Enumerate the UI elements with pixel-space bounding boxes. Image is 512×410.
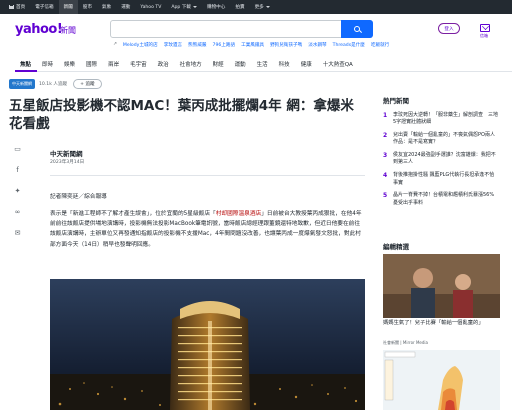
login-button[interactable]: 登入 [438,23,460,34]
trending-link[interactable]: 工業風鐵具 [241,42,264,48]
tab-international[interactable]: 國際 [81,58,103,72]
yahoo-logo[interactable]: yahoo! [15,22,63,37]
nav-item-shopping[interactable]: 購物中心 [202,0,230,14]
article-image [50,279,365,410]
list-item[interactable]: 5 晶片一脊費不掉！台積電和趨積利氏暴漲56% 憂受出乎事料 [383,192,503,207]
tab-society[interactable]: 社會地方 [175,58,208,72]
trending-link[interactable]: 796上路語 [213,42,236,48]
list-item-text: 李玟死因大逆轉！「服非藥生」解剖調查 三地5字證實壯體狀細 [393,112,499,126]
article-byline: 記者陳奕廷／綜合報導 [50,194,107,200]
category-navigation: 焦點 即時 娛樂 國際 兩岸 毛宇宙 政治 社會地方 財經 運動 生活 科技 健… [15,58,512,72]
tab-latest[interactable]: 即時 [37,58,59,72]
list-item[interactable]: 1 李玟死因大逆轉！「服非藥生」解剖調查 三地5字證實壯體狀細 [383,112,503,127]
list-item-rank: 1 [383,112,388,119]
editor-picks-title: 編輯精選 [383,243,409,251]
list-item-rank: 3 [383,152,388,160]
weather-map-image[interactable] [383,350,500,410]
tab-sports[interactable]: 運動 [230,58,252,72]
comment-icon[interactable]: ▭ [14,146,21,153]
mail-icon[interactable] [480,24,490,32]
list-item-text: 晶片一脊費不掉！台積電和趨積利氏暴漲56% 憂受出乎事料 [393,192,495,206]
trending-link[interactable]: Threads是什麼 [333,42,365,48]
nav-item-app-download[interactable]: App 下載 [166,0,202,14]
list-item-rank: 5 [383,192,388,200]
list-item-text: 侯友宜2024最強副手選誰？沈富雄爆：我把不到第三人 [393,152,496,166]
list-item-text: 背後推抱掛性騷 飄藍PLG代執行長坦承逢不恰事實 [393,172,495,186]
tab-entertainment[interactable]: 娛樂 [59,58,81,72]
article-paragraph: 表示是「新進工程師不了解才產生誤會」，位於宜蘭的5星級飯店「村却國際溫泉酒店」日… [50,211,362,248]
nav-item-mail[interactable]: 電子信箱 [30,0,58,14]
editor-pick-source: 社會新聞 | Mirror Media [383,340,428,345]
hot-news-title: 熱門新聞 [383,97,409,105]
source-logo[interactable]: 中天新聞網 [9,79,35,89]
nav-item-home[interactable]: 首頁 [4,0,30,14]
nav-item-yahoo-tv[interactable]: Yahoo TV [135,0,166,14]
trending-link[interactable]: 淡水鋼琴 [308,42,326,48]
mail-share-icon[interactable]: ✉ [14,230,21,237]
article-author[interactable]: 中天新聞網 [50,148,83,158]
list-item-rank: 2 [383,132,388,140]
tab-tech[interactable]: 科技 [274,58,296,72]
chevron-down-icon [192,6,197,8]
tab-health[interactable]: 健康 [296,58,318,72]
nav-item-sports[interactable]: 運動 [116,0,135,14]
editor-pick-photo [383,254,500,318]
list-item[interactable]: 2 兒出賣「輸給一個亂童的」不喪氣偶怨PO兩人作品：是不是寫實？ [383,132,503,147]
source-followers: 10.1k 人追蹤 [39,82,68,87]
tab-metaverse[interactable]: 毛宇宙 [125,58,153,72]
list-item[interactable]: 4 背後推抱掛性騷 飄藍PLG代執行長坦承逢不恰事實 [383,172,503,187]
hotel-link[interactable]: 村却國際溫泉酒店 [216,211,262,217]
editor-pick-image[interactable] [383,254,500,318]
search-input[interactable] [110,20,373,38]
link-icon[interactable]: ∞ [14,209,21,216]
chevron-down-icon [265,6,270,8]
nav-item-news[interactable]: 新聞 [58,0,78,14]
trending-links: ↗ Melody土城的店 李玟遺言 熊熊威嚴 796上路語 工業風鐵具 野狗兒衛… [113,42,389,48]
trending-link[interactable]: 李玟遺言 [164,42,182,48]
mail-label[interactable]: 信箱 [480,33,488,39]
site-header: yahoo! 新聞 ↗ Melody土城的店 李玟遺言 熊熊威嚴 796上路語 … [0,14,512,48]
tab-politics[interactable]: 政治 [153,58,175,72]
trending-icon: ↗ [113,42,117,47]
list-item-text: 兒出賣「輸給一個亂童的」不喪氣偶怨PO兩人作品：是不是寫實？ [393,132,495,146]
list-item[interactable]: 3 侯友宜2024最強副手選誰？沈富雄爆：我把不到第三人 [383,152,503,167]
list-item-rank: 4 [383,172,388,180]
trending-link[interactable]: Melody土城的店 [123,42,158,48]
tab-cross-strait[interactable]: 兩岸 [103,58,125,72]
tab-lifestyle[interactable]: 生活 [252,58,274,72]
hot-news-panel: 熱門新聞 1 李玟死因大逆轉！「服非藥生」解剖調查 三地5字證實壯體狀細 2 兒… [383,95,503,212]
trending-link[interactable]: 野狗兒衛孩子嗎 [270,42,302,48]
top-navigation: 首頁 電子信箱 新聞 股市 氣象 運動 Yahoo TV App 下載 購物中心… [0,0,512,14]
search-icon [354,26,360,32]
follow-button[interactable]: + 追蹤 [73,79,102,89]
logo-section-label[interactable]: 新聞 [60,25,76,36]
editor-pick-caption[interactable]: 媽媽生氣了！兒子比賽「輸給一個亂童的」 [383,320,503,327]
nav-item-stocks[interactable]: 股市 [78,0,97,14]
hotel-night-photo [50,279,365,410]
tab-top-ten-qa[interactable]: 十大熱查QA [318,58,359,72]
nav-item-auction[interactable]: 拍賣 [230,0,249,14]
trending-link[interactable]: 吃飯就行 [371,42,389,48]
divider [50,175,365,176]
twitter-icon[interactable]: ✦ [14,188,21,195]
search-button[interactable] [341,20,373,38]
article-headline: 五星飯店投影機不認MAC！葉丙成批擺爛4年 網：拿爆米花看戲 [9,98,354,132]
facebook-icon[interactable]: f [14,167,21,174]
nav-item-more[interactable]: 更多 [250,0,275,14]
tab-focus[interactable]: 焦點 [15,58,38,72]
trending-link[interactable]: 熊熊威嚴 [188,42,206,48]
taiwan-weather-map [383,350,500,410]
nav-item-weather[interactable]: 氣象 [97,0,116,14]
article-date: 2023年3月14日 [50,160,85,165]
home-icon [9,5,14,9]
tab-finance[interactable]: 財經 [208,58,230,72]
article-source-bar: 中天新聞網 10.1k 人追蹤 + 追蹤 [9,79,102,89]
social-share-rail: ▭ f ✦ ∞ ✉ [14,146,26,251]
